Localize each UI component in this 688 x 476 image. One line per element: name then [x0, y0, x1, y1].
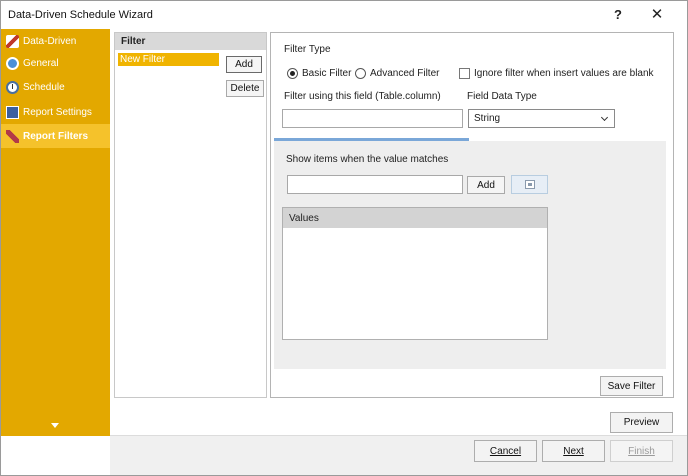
sidebar-item-report-filters[interactable]: Report Filters: [1, 124, 110, 148]
sidebar-item-data-driven[interactable]: Data-Driven: [1, 29, 110, 53]
sidebar-item-schedule[interactable]: Schedule: [1, 75, 110, 99]
report-filters-icon: [6, 129, 19, 143]
add-value-button[interactable]: Add: [467, 176, 505, 194]
wizard-sidebar: Data-Driven General Schedule Report Sett…: [1, 29, 110, 436]
sidebar-item-report-settings[interactable]: Report Settings: [1, 100, 110, 124]
filter-detail-panel: Filter Type Basic Filter Advanced Filter…: [270, 32, 674, 398]
filter-list-panel: Filter New Filter Add Delete: [114, 32, 267, 398]
data-driven-icon: [6, 34, 19, 48]
insert-value-button[interactable]: [511, 175, 548, 194]
close-icon[interactable]: ✕: [644, 4, 670, 26]
filter-list-header: Filter: [115, 33, 266, 50]
list-item[interactable]: New Filter: [118, 53, 219, 66]
sidebar-item-label: Report Filters: [23, 130, 89, 142]
ignore-blank-label[interactable]: Ignore filter when insert values are bla…: [474, 68, 654, 79]
scroll-down-icon[interactable]: [51, 423, 59, 428]
cancel-button[interactable]: Cancel: [474, 440, 537, 462]
window-title: Data-Driven Schedule Wizard: [8, 9, 153, 21]
preview-button[interactable]: Preview: [610, 412, 673, 433]
add-filter-button[interactable]: Add: [226, 56, 262, 73]
filter-type-label: Filter Type: [284, 44, 331, 55]
advanced-filter-label[interactable]: Advanced Filter: [370, 68, 439, 79]
wizard-window: Data-Driven Schedule Wizard ? ✕ Data-Dri…: [0, 0, 688, 476]
ignore-blank-checkbox[interactable]: [459, 68, 470, 79]
field-label: Filter using this field (Table.column): [284, 91, 441, 102]
finish-button[interactable]: Finish: [610, 440, 673, 462]
delete-filter-button[interactable]: Delete: [226, 80, 264, 97]
sidebar-item-label: Schedule: [23, 81, 65, 93]
match-label: Show items when the value matches: [286, 154, 449, 165]
report-settings-icon: [6, 105, 19, 119]
values-header: Values: [283, 208, 547, 228]
data-type-label: Field Data Type: [467, 91, 537, 102]
match-value-input[interactable]: [287, 175, 463, 194]
sidebar-item-label: Report Settings: [23, 106, 92, 118]
sidebar-item-label: General: [23, 57, 59, 69]
chevron-down-icon: [600, 113, 609, 122]
help-icon[interactable]: ?: [605, 4, 631, 26]
basic-filter-radio[interactable]: [287, 68, 298, 79]
values-list[interactable]: Values: [282, 207, 548, 340]
schedule-clock-icon: [6, 80, 19, 94]
advanced-filter-radio[interactable]: [355, 68, 366, 79]
save-filter-button[interactable]: Save Filter: [600, 376, 663, 396]
database-field-icon: [525, 180, 535, 189]
basic-filter-label[interactable]: Basic Filter: [302, 68, 351, 79]
sidebar-item-general[interactable]: General: [1, 51, 110, 75]
data-type-value: String: [474, 113, 501, 124]
general-icon: [6, 56, 19, 70]
next-button[interactable]: Next: [542, 440, 605, 462]
filter-field-input[interactable]: [282, 109, 463, 128]
title-bar: Data-Driven Schedule Wizard ? ✕: [1, 1, 687, 29]
data-type-select[interactable]: String: [468, 109, 615, 128]
sidebar-item-label: Data-Driven: [23, 35, 77, 47]
